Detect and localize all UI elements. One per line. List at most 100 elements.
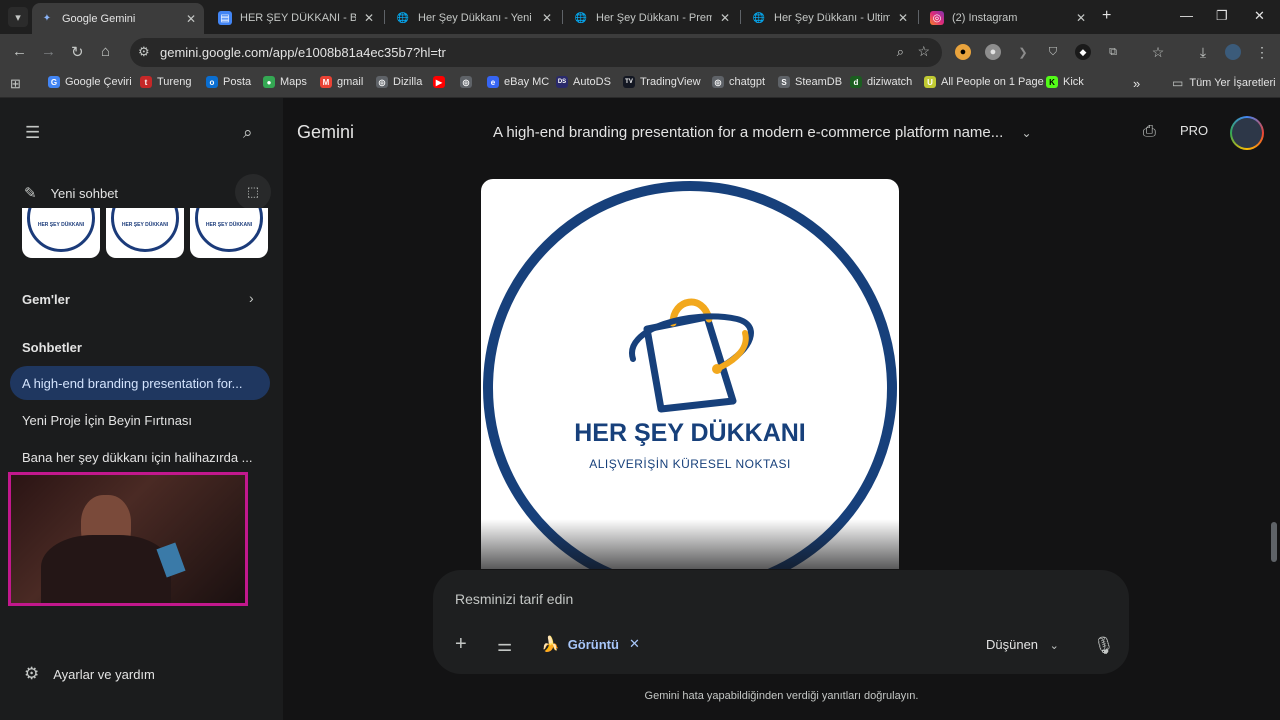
bookmark-maps[interactable]: ● Maps: [263, 76, 307, 88]
chevron-right-icon[interactable]: ›: [249, 290, 254, 306]
conversation-title[interactable]: A high-end branding presentation for a m…: [493, 124, 1032, 141]
url-bar[interactable]: ⚙ gemini.google.com/app/e1008b81a4ec35b7…: [130, 38, 942, 67]
tab-search-button[interactable]: ▾: [8, 7, 28, 27]
profile-avatar[interactable]: [1225, 44, 1241, 60]
back-icon[interactable]: ←: [12, 43, 27, 60]
bookmark-gmail[interactable]: Mgmail: [320, 76, 363, 88]
extension-icon[interactable]: ●: [955, 44, 971, 60]
bookmark-label: Kick: [1063, 76, 1084, 88]
pro-badge: PRO: [1180, 123, 1209, 138]
close-tab-icon[interactable]: ✕: [720, 11, 730, 25]
settings-help-button[interactable]: ⚙ Ayarlar ve yardım: [24, 664, 155, 684]
restore-icon[interactable]: ❐: [1216, 8, 1228, 24]
close-tab-icon[interactable]: ✕: [364, 11, 374, 25]
thumbnail-label: HER ŞEY DÜKKANI: [37, 222, 85, 228]
bookmark-dizilla[interactable]: ◎ Dizilla: [376, 76, 422, 88]
screenshot-icon[interactable]: ⬚: [235, 174, 271, 210]
close-tab-icon[interactable]: ✕: [542, 11, 552, 25]
model-mode-selector[interactable]: Düşünen ⌄: [986, 637, 1059, 652]
extension-icon[interactable]: ●: [985, 44, 1001, 60]
bookmark-diziwatch[interactable]: d diziwatch: [850, 76, 912, 88]
bookmark-steamdb[interactable]: S SteamDB: [778, 76, 842, 88]
bookmark-unnamed[interactable]: ◎: [460, 76, 477, 88]
image-thumbnail[interactable]: HER ŞEY DÜKKANI: [106, 208, 184, 258]
close-tab-icon[interactable]: ✕: [898, 11, 908, 25]
image-thumbnail[interactable]: HER ŞEY DÜKKANI: [22, 208, 100, 258]
reload-icon[interactable]: ↻: [71, 43, 84, 61]
gems-heading[interactable]: Gem'ler: [22, 292, 70, 307]
image-thumbnail[interactable]: HER ŞEY DÜKKANI: [190, 208, 268, 258]
site-info-icon[interactable]: ⚙: [138, 44, 150, 60]
bookmark-chatgpt[interactable]: ◎ chatgpt: [712, 76, 765, 88]
tab-title: (2) Instagram: [952, 12, 1018, 24]
search-icon[interactable]: ⌕: [243, 123, 253, 143]
bookmark-ebay-mc[interactable]: e eBay MC: [487, 76, 549, 88]
minimize-icon[interactable]: —: [1180, 8, 1193, 23]
generated-image[interactable]: HER ŞEY DÜKKANI ALIŞVERİŞİN KÜRESEL NOKT…: [481, 179, 899, 569]
chat-item-branding-presentation[interactable]: A high-end branding presentation for...: [10, 366, 270, 400]
close-tab-icon[interactable]: ✕: [1076, 11, 1086, 25]
extension-icon[interactable]: ◆: [1075, 44, 1091, 60]
bookmark-google-ceviri[interactable]: G Google Çeviri: [48, 76, 132, 88]
scrollbar-thumb[interactable]: [1271, 522, 1277, 562]
puzzle-icon[interactable]: ⧉: [1105, 44, 1121, 60]
bookmark-kick[interactable]: K Kick: [1046, 76, 1084, 88]
bookmark-autods[interactable]: DS AutoDS: [556, 76, 611, 88]
browser-tab-bar: ▾ ✦ Google Gemini ✕ ▤ HER ŞEY DÜKKANI - …: [0, 0, 1280, 34]
apps-grid-icon[interactable]: ⊞: [10, 76, 21, 92]
bookmark-label: AutoDS: [573, 76, 611, 88]
settings-label: Ayarlar ve yardım: [53, 666, 155, 682]
all-bookmarks-folder[interactable]: ▭ Tüm Yer İşaretleri: [1172, 76, 1276, 90]
chat-item-brainstorm[interactable]: Yeni Proje İçin Beyin Fırtınası: [10, 403, 270, 437]
bookmark-label: Posta: [223, 76, 252, 88]
tool-chip-label: Görüntü: [567, 636, 619, 652]
close-icon[interactable]: ✕: [629, 636, 640, 652]
share-icon[interactable]: ⎙: [1143, 123, 1156, 141]
image-tool-chip[interactable]: 🍌 Görüntü ✕: [541, 635, 640, 653]
bookmark-tradingview[interactable]: TV TradingView: [623, 76, 701, 88]
extension-icon[interactable]: ❯: [1015, 44, 1031, 60]
bookmark-star-icon[interactable]: ☆: [917, 43, 930, 60]
bookmark-all-people[interactable]: U All People on 1 Page: [924, 76, 1044, 88]
plus-icon[interactable]: +: [455, 633, 467, 656]
shopping-bag-logo-icon: [629, 298, 754, 413]
zoom-icon[interactable]: ⌕: [897, 44, 904, 60]
tab-ultimate[interactable]: 🌐 Her Şey Dükkanı - Ultimate ✕: [744, 4, 916, 32]
chat-item-her-sey-dukkani[interactable]: Bana her şey dükkanı için halihazırda ..…: [10, 440, 270, 474]
chevron-down-icon[interactable]: ⌄: [1021, 126, 1031, 140]
new-chat-button[interactable]: ✎ Yeni sohbet: [24, 182, 224, 204]
chatgpt-icon: ◎: [712, 76, 724, 88]
bookmark-tureng[interactable]: t Tureng: [140, 76, 191, 88]
tab-yeni-konsept[interactable]: 🌐 Her Şey Dükkanı - Yeni Ko ✕: [388, 4, 560, 32]
tools-icon[interactable]: ⚌: [497, 636, 512, 656]
prompt-input[interactable]: Resminizi tarif edin: [455, 591, 573, 607]
bookmark-youtube[interactable]: ▶: [433, 76, 450, 88]
home-icon[interactable]: ⌂: [101, 43, 110, 60]
download-icon[interactable]: ⤓: [1195, 44, 1211, 60]
all-people-icon: U: [924, 76, 936, 88]
tab-divider: [918, 10, 919, 24]
microphone-icon[interactable]: 🎙: [1093, 636, 1115, 656]
forward-icon[interactable]: →: [41, 43, 56, 60]
globe-icon: 🌐: [396, 12, 410, 24]
close-tab-icon[interactable]: ✕: [186, 12, 196, 26]
avatar[interactable]: [1230, 116, 1264, 150]
maps-icon: ●: [263, 76, 275, 88]
menu-dots-icon[interactable]: ⋮: [1254, 44, 1270, 60]
shield-icon[interactable]: ⛉: [1045, 44, 1061, 60]
close-window-icon[interactable]: ✕: [1254, 8, 1265, 24]
disclaimer-text: Gemini hata yapabildiğinden verdiği yanı…: [644, 690, 919, 702]
menu-icon[interactable]: ☰: [25, 123, 40, 143]
tab-google-gemini[interactable]: ✦ Google Gemini ✕: [32, 3, 204, 34]
gemini-brand[interactable]: Gemini: [297, 122, 354, 143]
avatar-image: [1232, 118, 1262, 148]
bookmark-posta[interactable]: o Posta: [206, 76, 251, 88]
tab-instagram[interactable]: ◎ (2) Instagram ✕: [922, 4, 1094, 32]
tab-belge[interactable]: ▤ HER ŞEY DÜKKANI - Belge ✕: [210, 4, 382, 32]
bookmarks-overflow-button[interactable]: »: [1133, 76, 1140, 91]
prompt-composer[interactable]: Resminizi tarif edin + ⚌ 🍌 Görüntü ✕ Düş…: [433, 570, 1129, 674]
tradingview-icon: TV: [623, 76, 635, 88]
tab-premium[interactable]: 🌐 Her Şey Dükkanı - Premium ✕: [566, 4, 738, 32]
new-tab-button[interactable]: +: [1102, 7, 1111, 25]
reading-list-icon[interactable]: ☆: [1150, 44, 1166, 60]
